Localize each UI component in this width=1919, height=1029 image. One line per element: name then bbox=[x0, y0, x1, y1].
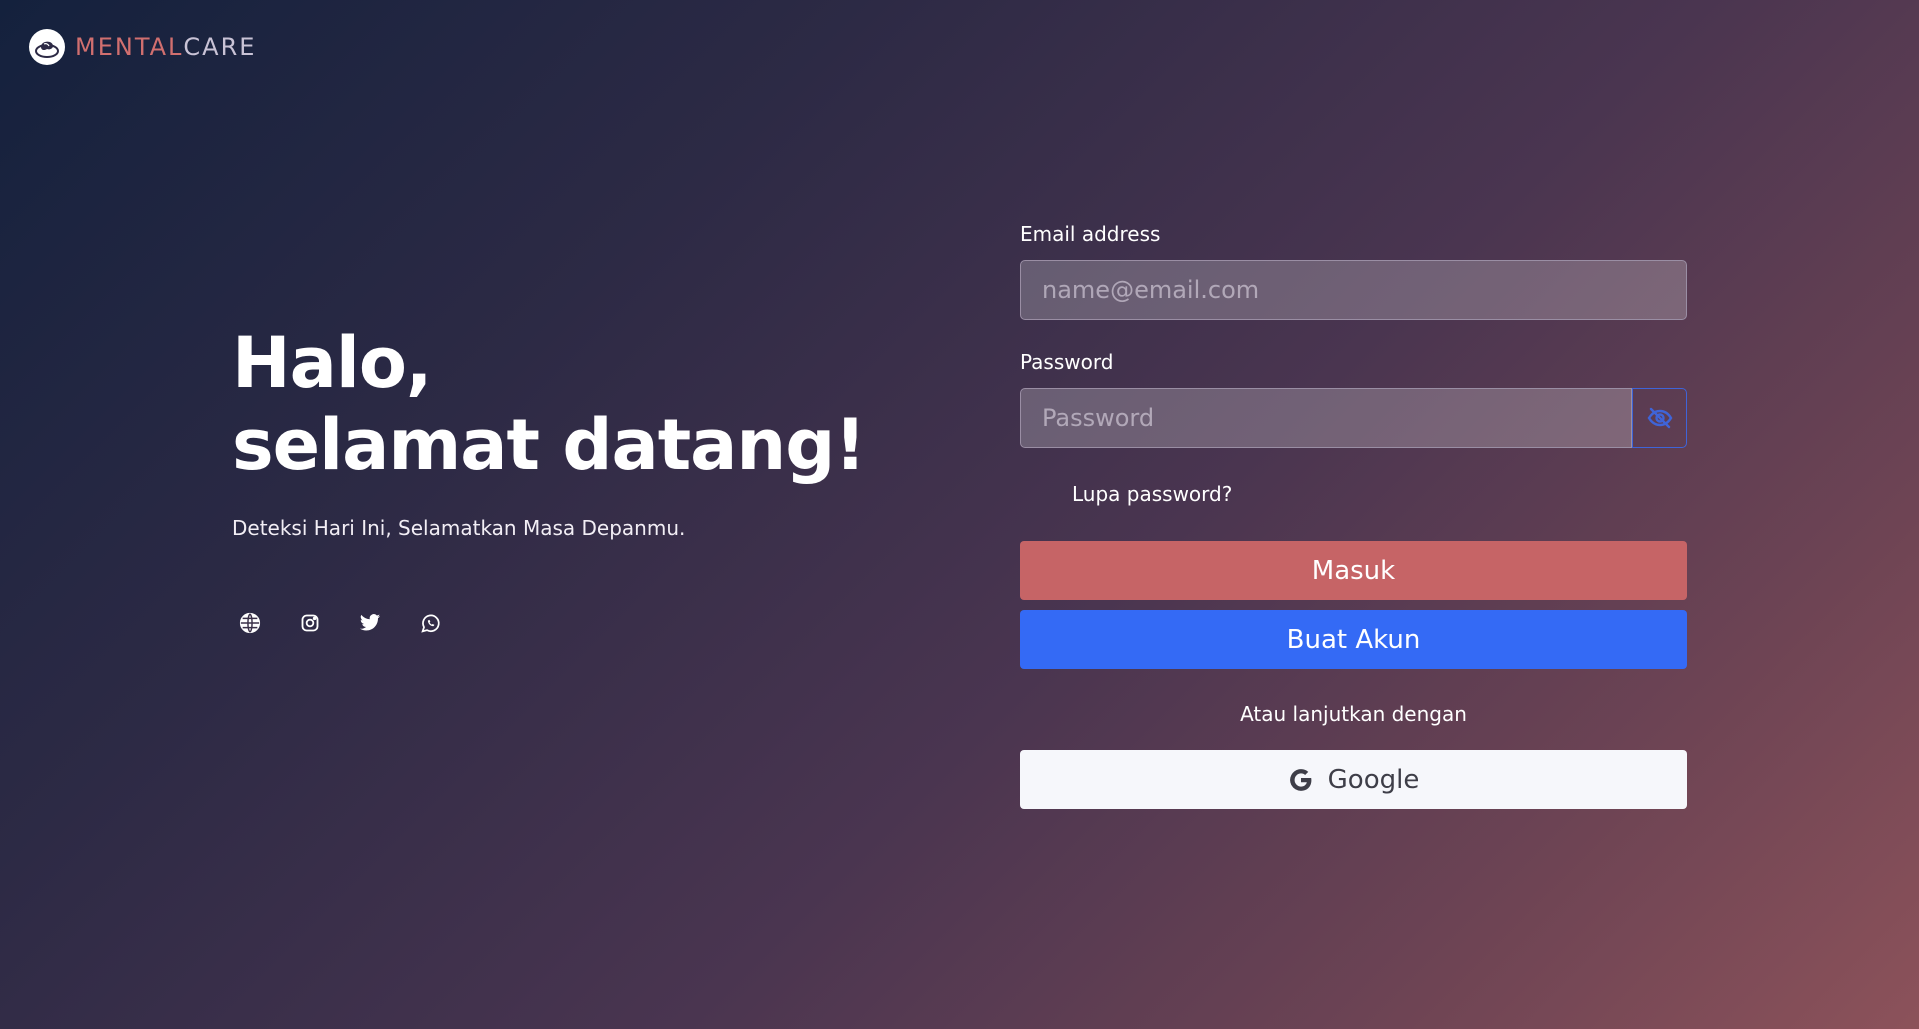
password-input[interactable] bbox=[1020, 388, 1632, 448]
brand-logo[interactable]: MENTALCARE bbox=[29, 29, 256, 65]
toggle-password-button[interactable] bbox=[1632, 388, 1687, 448]
login-form: Email address Password Lupa password? Ma… bbox=[1020, 222, 1687, 809]
alternative-login-text: Atau lanjutkan dengan bbox=[1240, 702, 1467, 726]
password-row bbox=[1020, 388, 1687, 448]
login-button[interactable]: Masuk bbox=[1020, 541, 1687, 600]
email-group: Email address bbox=[1020, 222, 1687, 320]
email-label: Email address bbox=[1020, 222, 1161, 246]
create-account-button[interactable]: Buat Akun bbox=[1020, 610, 1687, 669]
google-login-label: Google bbox=[1327, 764, 1420, 795]
twitter-icon[interactable] bbox=[358, 611, 382, 635]
google-icon bbox=[1289, 768, 1312, 791]
password-group: Password bbox=[1020, 350, 1687, 448]
hero-subtitle: Deteksi Hari Ini, Selamatkan Masa Depanm… bbox=[232, 516, 686, 540]
google-login-button[interactable]: Google bbox=[1020, 750, 1687, 809]
brand-name-part2: CARE bbox=[183, 33, 257, 61]
hero-section: Halo, selamat datang! Deteksi Hari Ini, … bbox=[232, 322, 872, 540]
email-input[interactable] bbox=[1020, 260, 1687, 320]
hero-title-line1: Halo, bbox=[232, 322, 432, 404]
hero-title-line2: selamat datang! bbox=[232, 404, 866, 486]
brand-name-part1: MENTAL bbox=[75, 33, 184, 61]
globe-icon[interactable] bbox=[238, 611, 262, 635]
whatsapp-icon[interactable] bbox=[418, 611, 442, 635]
forgot-password-link[interactable]: Lupa password? bbox=[1072, 482, 1687, 506]
instagram-icon[interactable] bbox=[298, 611, 322, 635]
hero-title: Halo, selamat datang! bbox=[232, 322, 872, 486]
brand-name: MENTALCARE bbox=[75, 33, 256, 61]
brain-logo-icon bbox=[29, 29, 65, 65]
social-links bbox=[238, 611, 442, 635]
password-label: Password bbox=[1020, 350, 1114, 374]
eye-slash-icon bbox=[1647, 407, 1672, 429]
